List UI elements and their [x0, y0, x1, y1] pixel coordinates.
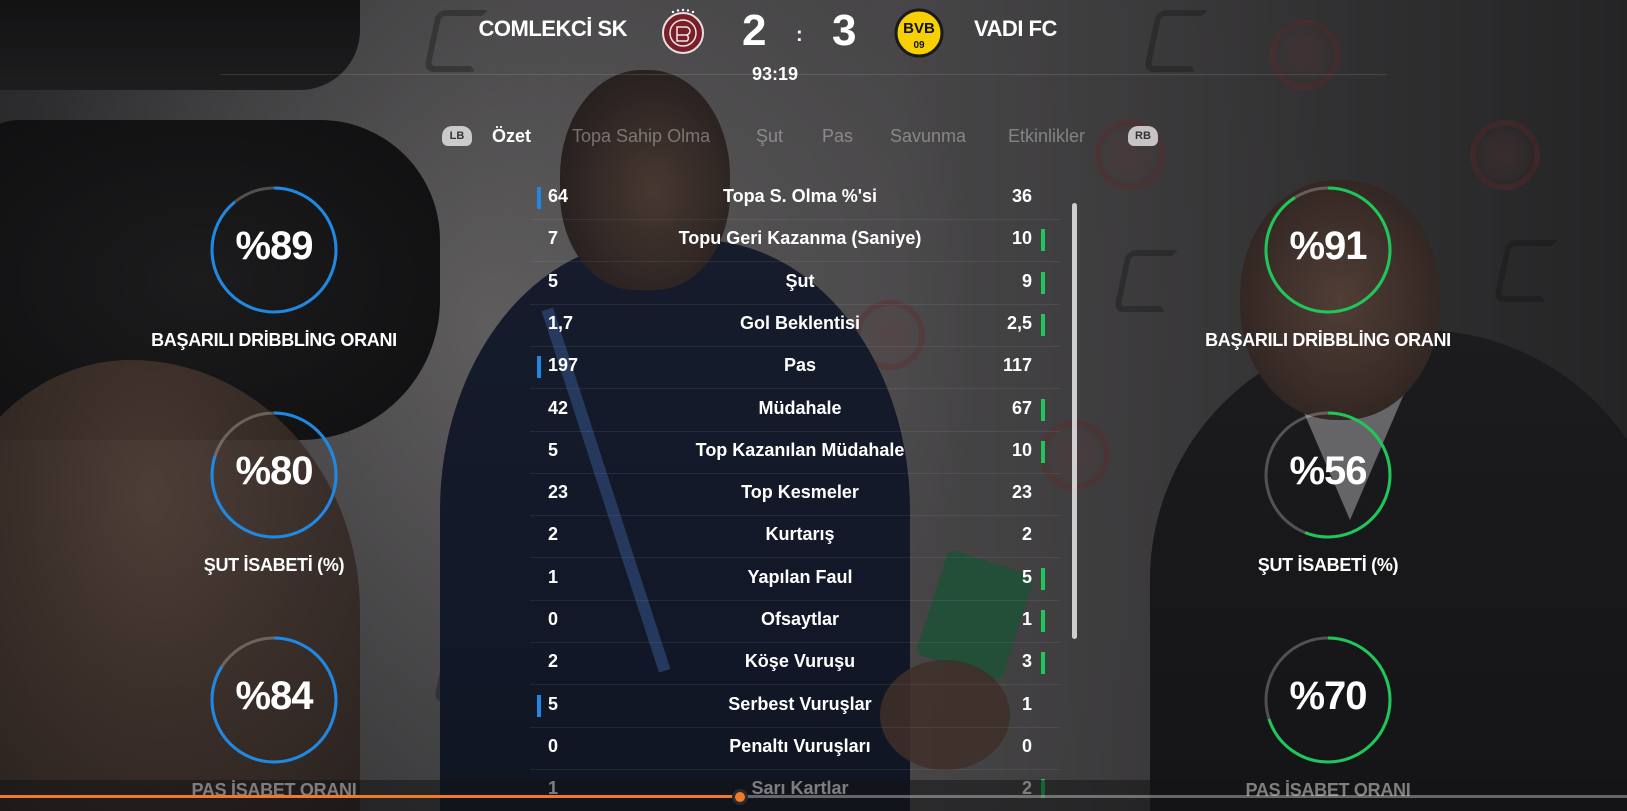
stat-away-value: 10 [1011, 228, 1032, 249]
away-score: 3 [832, 6, 857, 55]
away-lead-indicator [1041, 652, 1045, 675]
stat-away-value: 117 [1002, 355, 1032, 376]
away-gauge: %91 BAŞARILI DRİBBLİNG ORANI [1178, 180, 1478, 351]
tab-ozet[interactable]: Özet [492, 126, 531, 147]
rb-bumper-button[interactable]: RB [1128, 126, 1158, 146]
stat-away-value: 3 [1021, 651, 1032, 672]
stat-row: 5 Şut 9 [530, 263, 1060, 305]
score-separator: : [796, 24, 803, 46]
away-crest-year: 09 [913, 40, 925, 51]
away-lead-indicator [1041, 313, 1045, 336]
stat-away-value: 10 [1011, 439, 1032, 460]
tab-pas[interactable]: Pas [822, 126, 853, 147]
gauge-label: ŞUT İSABETİ (%) [1257, 555, 1399, 575]
away-team-crest-icon: BVB 09 [894, 8, 944, 58]
match-clock: 93:19 [751, 64, 799, 84]
home-gauge: %80 ŞUT İSABETİ (%) [124, 405, 424, 576]
gauge-value: %80 [235, 449, 313, 493]
stat-row: 2 Köşe Vuruşu 3 [530, 643, 1060, 686]
away-lead-indicator [1041, 229, 1045, 252]
away-lead-indicator [1041, 567, 1045, 590]
away-crest-text: BVB [903, 20, 935, 37]
gauge-value: %56 [1289, 449, 1367, 493]
stat-away-value: 2,5 [1006, 312, 1032, 333]
gauge-value: %91 [1289, 224, 1367, 268]
away-gauge: %70PAS İSABET ORANI [1178, 630, 1478, 801]
tab-topa-sahip-olma[interactable]: Topa Sahip Olma [572, 126, 710, 147]
stats-tab-bar: LB Özet Topa Sahip Olma Şut Pas Savunma … [0, 124, 1627, 154]
match-timeline[interactable] [0, 795, 1627, 798]
home-score: 2 [742, 6, 767, 55]
stat-away-value: 23 [1011, 482, 1032, 503]
stat-row: 197 Pas 117 [530, 347, 1060, 390]
stats-table: 64 Topa S. Olma %'si 36 7 Topu Geri Kazanma … [530, 178, 1060, 798]
stat-row: 2 Kurtarış 2 [530, 516, 1060, 559]
away-lead-indicator [1041, 271, 1045, 294]
stats-scrollbar[interactable] [1072, 203, 1077, 639]
stat-away-value: 36 [1011, 186, 1032, 206]
away-lead-indicator [1041, 440, 1045, 463]
home-gauge: %89 BAŞARILI DRİBBLİNG ORANI [124, 180, 424, 351]
away-team-name: VADI FC [974, 16, 1057, 41]
stat-row: 5 Top Kazanılan Müdahale 10 [530, 432, 1060, 474]
stat-row: 42 Müdahale 67 [530, 390, 1060, 432]
timeline-progress [0, 795, 741, 798]
away-gauge: %56 ŞUT İSABETİ (%) [1178, 405, 1478, 576]
stat-away-value: 67 [1011, 397, 1032, 418]
home-team-crest-icon [662, 8, 704, 54]
stat-row: 5 Serbest Vuruşlar 1 [530, 686, 1060, 728]
stat-row: 1 Yapılan Faul 5 [530, 559, 1060, 601]
stat-away-value: 1 [1021, 609, 1032, 629]
lb-bumper-button[interactable]: LB [442, 126, 472, 146]
stat-row: 0 Ofsaytlar 1 [530, 601, 1060, 643]
tab-sut[interactable]: Şut [756, 126, 783, 147]
stat-away-value: 0 [1021, 735, 1032, 756]
tab-savunma[interactable]: Savunma [890, 126, 966, 147]
gauge-value: %84 [235, 674, 313, 718]
stat-row: 64 Topa S. Olma %'si 36 [530, 178, 1060, 220]
gauge-value: %70 [1289, 674, 1367, 718]
stat-away-value: 1 [1021, 693, 1032, 714]
gauge-label: ŞUT İSABETİ (%) [203, 555, 345, 575]
stat-away-value: 5 [1021, 566, 1032, 587]
away-lead-indicator [1041, 398, 1045, 421]
gauge-label: BAŞARILI DRİBBLİNG ORANI [151, 330, 397, 350]
gauge-value: %89 [235, 224, 313, 268]
stat-row: 23 Top Kesmeler 23 [530, 474, 1060, 517]
stat-away-value: 9 [1021, 270, 1032, 291]
gauge-label: BAŞARILI DRİBBLİNG ORANI [1205, 330, 1451, 350]
away-lead-indicator [1041, 610, 1045, 632]
tab-etkinlikler[interactable]: Etkinlikler [1008, 126, 1085, 147]
stat-away-value: 2 [1021, 524, 1032, 545]
home-team-name: COMLEKCİ SK [478, 16, 628, 41]
home-gauge: %84PAS İSABET ORANI [124, 630, 424, 801]
stat-row: 1,7 Gol Beklentisi 2,5 [530, 305, 1060, 347]
stat-row: 7 Topu Geri Kazanma (Saniye) 10 [530, 220, 1060, 263]
stat-row: 0 Penaltı Vuruşları 0 [530, 728, 1060, 770]
